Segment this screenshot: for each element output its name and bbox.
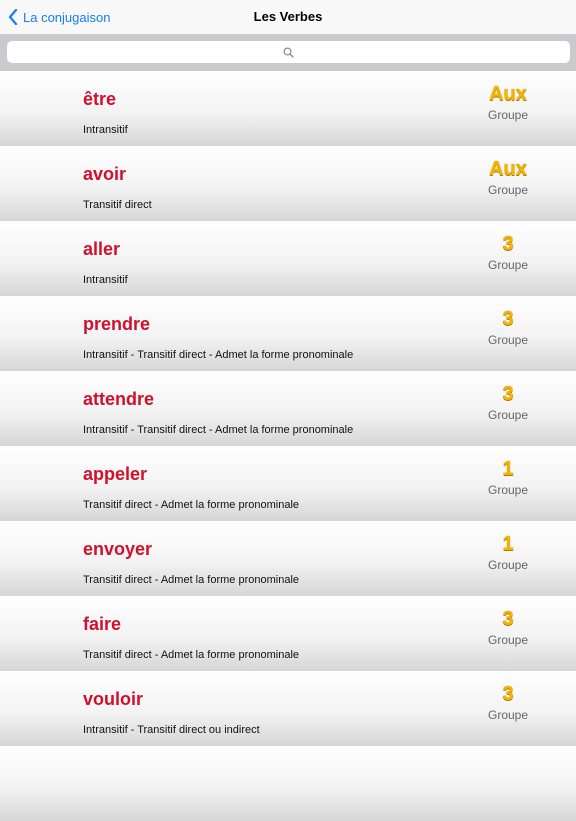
verb-name: prendre (83, 314, 151, 334)
verb-group: Aux (489, 83, 527, 105)
verb-name: appeler (83, 464, 148, 484)
navigation-bar: La conjugaison Les Verbes (0, 0, 576, 34)
verb-description: Transitif direct - Admet la forme pronom… (83, 574, 300, 586)
verb-group: 3 (502, 683, 514, 705)
verb-name: aller (83, 239, 121, 259)
verb-row[interactable]: aller Intransitif 3 Groupe (0, 221, 576, 296)
verb-group: 1 (502, 458, 514, 480)
verb-group-label: Groupe (487, 633, 529, 647)
verb-description: Intransitif - Transitif direct ou indire… (83, 724, 260, 736)
verb-group-label: Groupe (487, 183, 529, 197)
verb-name: vouloir (83, 689, 144, 709)
verb-name: faire (83, 614, 122, 634)
verb-group: 3 (502, 233, 514, 255)
verb-group: 1 (502, 533, 514, 555)
verb-row[interactable] (0, 746, 576, 821)
search-field[interactable] (7, 41, 570, 63)
verb-description: Intransitif (83, 124, 128, 136)
verb-group-label: Groupe (487, 408, 529, 422)
verb-group-label: Groupe (487, 108, 529, 122)
verb-group: 3 (502, 608, 514, 630)
verb-name: être (83, 89, 117, 109)
verb-group-label: Groupe (487, 483, 529, 497)
verb-row[interactable]: envoyer Transitif direct - Admet la form… (0, 521, 576, 596)
verb-name: attendre (83, 389, 155, 409)
verb-group-label: Groupe (487, 708, 529, 722)
verb-row[interactable]: prendre Intransitif - Transitif direct -… (0, 296, 576, 371)
verb-description: Intransitif - Transitif direct - Admet l… (83, 424, 354, 436)
verb-row[interactable]: faire Transitif direct - Admet la forme … (0, 596, 576, 671)
verb-row[interactable]: vouloir Intransitif - Transitif direct o… (0, 671, 576, 746)
verb-group: 3 (502, 383, 514, 405)
verb-name: avoir (83, 164, 127, 184)
verb-description: Intransitif (83, 274, 128, 286)
search-input[interactable] (7, 41, 570, 63)
verb-list: être Intransitif Aux Groupe avoir Transi… (0, 71, 576, 821)
verb-description: Transitif direct - Admet la forme pronom… (83, 499, 300, 511)
verb-group-label: Groupe (487, 558, 529, 572)
verb-description: Transitif direct (83, 199, 152, 211)
verb-row[interactable]: attendre Intransitif - Transitif direct … (0, 371, 576, 446)
verb-description: Intransitif - Transitif direct - Admet l… (83, 349, 354, 361)
verb-description: Transitif direct - Admet la forme pronom… (83, 649, 300, 661)
verb-row[interactable]: appeler Transitif direct - Admet la form… (0, 446, 576, 521)
verb-group: 3 (502, 308, 514, 330)
verb-group-label: Groupe (487, 258, 529, 272)
verb-row[interactable]: avoir Transitif direct Aux Groupe (0, 146, 576, 221)
verb-group: Aux (489, 158, 527, 180)
verb-row[interactable]: être Intransitif Aux Groupe (0, 71, 576, 146)
search-bar (0, 34, 576, 71)
verb-group-label: Groupe (487, 333, 529, 347)
verb-name: envoyer (83, 539, 153, 559)
page-title: Les Verbes (253, 9, 323, 24)
